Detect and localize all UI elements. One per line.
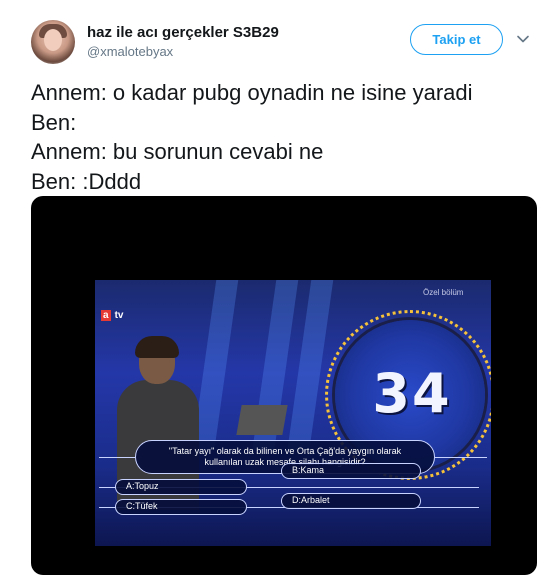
avatar-face — [44, 29, 62, 51]
tweet-text: Annem: o kadar pubg oynadin ne isine yar… — [31, 78, 541, 196]
tweet-line: Ben: :Dddd — [31, 168, 142, 194]
answer-connector — [435, 457, 487, 458]
answer-a: A:Topuz — [115, 479, 247, 495]
tweet-line: Annem: bu sorunun cevabi ne — [31, 139, 324, 164]
answer-d: D:Arbalet — [281, 493, 421, 509]
overlay-label: Özel bölüm — [423, 288, 464, 297]
tweet-line: Ben: — [31, 109, 77, 135]
logo-mark: a — [101, 310, 111, 321]
logo-suffix: tv — [114, 310, 124, 321]
follow-button[interactable]: Takip et — [410, 24, 503, 55]
display-name[interactable]: haz ile acı gerçekler S3B29 — [87, 24, 279, 41]
tweet-media-photo[interactable]: Özel bölüm a tv 34 "Tatar yayı" olarak da… — [31, 196, 537, 575]
avatar[interactable] — [31, 20, 75, 64]
tweet-line: Annem: o kadar pubg oynadin ne isine yar… — [31, 80, 473, 105]
channel-logo: a tv — [101, 310, 127, 321]
contestant-hair — [135, 336, 179, 358]
answer-connector — [99, 457, 135, 458]
answer-c: C:Tüfek — [115, 499, 247, 515]
question-number: 34 — [372, 362, 452, 425]
chevron-down-icon[interactable] — [516, 32, 530, 46]
username-handle[interactable]: @xmalotebyax — [87, 44, 173, 59]
answer-b: B:Kama — [281, 463, 421, 479]
laptop — [236, 405, 288, 435]
tv-screen: Özel bölüm a tv 34 "Tatar yayı" olarak da… — [95, 280, 491, 546]
